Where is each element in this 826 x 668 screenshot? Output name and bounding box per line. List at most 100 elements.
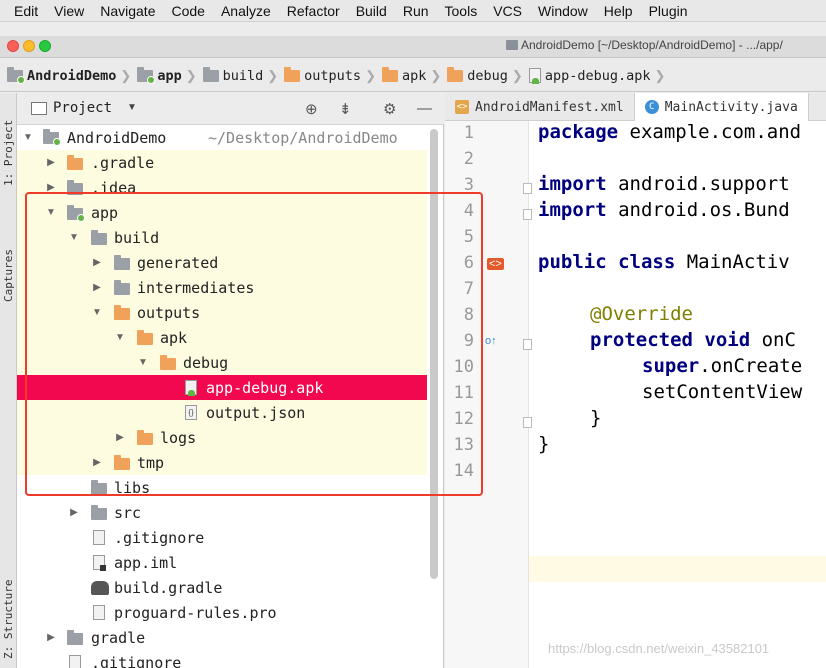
tree-label: app	[91, 203, 119, 222]
folder-icon	[202, 66, 219, 82]
tab-project[interactable]: 1: Project	[0, 105, 17, 201]
tab-mainactivity[interactable]: C MainActivity.java	[634, 93, 809, 121]
tree-label: src	[114, 503, 142, 522]
menu-view[interactable]: View	[46, 0, 92, 22]
menu-bar: Edit View Navigate Code Analyze Refactor…	[0, 0, 826, 22]
breadcrumb-item-debug[interactable]: debug	[444, 66, 511, 84]
breadcrumb-item-app[interactable]: app	[134, 66, 184, 84]
module-folder-icon	[137, 66, 156, 84]
tab-captures-label: Captures	[2, 249, 15, 303]
tab-label: MainActivity.java	[664, 99, 798, 115]
chevron-right-icon: ❯	[365, 67, 376, 83]
breadcrumb-item-app-debug-apk[interactable]: app-debug.apk	[526, 68, 654, 84]
menu-window[interactable]: Window	[530, 0, 596, 22]
project-panel: Project ▼ ⊕ ⇟ ⚙ — ▼ AndroidDemo ~/Deskto…	[17, 93, 444, 668]
text-file-icon	[93, 605, 105, 620]
expand-arrow-icon[interactable]: ▶	[115, 432, 125, 443]
menu-vcs[interactable]: VCS	[485, 0, 530, 22]
tab-androidmanifest[interactable]: <> AndroidManifest.xml	[445, 93, 635, 121]
code-token: android.support	[606, 173, 790, 195]
expand-arrow-icon[interactable]: ▶	[92, 282, 102, 293]
tree-row-androiddemo[interactable]: ▼ AndroidDemo ~/Desktop/AndroidDemo	[17, 125, 427, 150]
breadcrumb-item-apk[interactable]: apk	[379, 66, 429, 84]
menu-analyze[interactable]: Analyze	[213, 0, 279, 22]
override-method-icon[interactable]: o↑	[485, 335, 497, 347]
line-number: 11	[453, 383, 474, 403]
expand-arrow-icon[interactable]: ▶	[46, 157, 56, 168]
tree-row-gitignore[interactable]: .gitignore	[17, 525, 427, 550]
locate-target-icon[interactable]: ⊕	[305, 100, 318, 118]
expand-arrow-icon[interactable]: ▼	[92, 307, 102, 318]
tree-row-app-debug-apk[interactable]: app-debug.apk	[17, 375, 427, 400]
tree-row-generated[interactable]: ▶ generated	[17, 250, 427, 275]
code-line-13: }	[538, 433, 549, 455]
tree-row-proguard[interactable]: proguard-rules.pro	[17, 600, 427, 625]
tree-row-libs[interactable]: libs	[17, 475, 427, 500]
tree-label: tmp	[137, 453, 165, 472]
expand-arrow-icon[interactable]: ▶	[92, 457, 102, 468]
menu-help[interactable]: Help	[596, 0, 641, 22]
expand-arrow-icon[interactable]: ▶	[46, 632, 56, 643]
tree-row-idea[interactable]: ▶ .idea	[17, 175, 427, 200]
expand-arrow-icon[interactable]: ▼	[23, 132, 33, 143]
menu-refactor[interactable]: Refactor	[279, 0, 348, 22]
code-line-6: public class MainActiv	[538, 251, 790, 273]
collapse-all-icon[interactable]: ⇟	[339, 100, 352, 118]
tree-row-src[interactable]: ▶ src	[17, 500, 427, 525]
menu-navigate[interactable]: Navigate	[92, 0, 163, 22]
tab-captures[interactable]: Captures	[0, 231, 17, 321]
dropdown-caret-icon[interactable]: ▼	[127, 102, 137, 113]
code-text-area[interactable]: package example.com.and import android.s…	[530, 121, 826, 668]
window-title-text: AndroidDemo [~/Desktop/AndroidDemo] - ..…	[521, 38, 783, 52]
expand-arrow-icon[interactable]: ▶	[69, 507, 79, 518]
gear-icon[interactable]: ⚙	[383, 100, 396, 118]
tree-row-tmp[interactable]: ▶ tmp	[17, 450, 427, 475]
expand-arrow-icon[interactable]: ▼	[138, 357, 148, 368]
tree-row-app[interactable]: ▼ app	[17, 200, 427, 225]
keyword-token: package	[538, 121, 619, 143]
menu-edit[interactable]: Edit	[6, 0, 46, 22]
tree-row-output-json[interactable]: {} output.json	[17, 400, 427, 425]
tree-row-outputs[interactable]: ▼ outputs	[17, 300, 427, 325]
hide-panel-icon[interactable]: —	[417, 100, 432, 117]
menu-build[interactable]: Build	[348, 0, 395, 22]
minimize-window-button[interactable]	[23, 40, 35, 52]
tree-row-logs[interactable]: ▶ logs	[17, 425, 427, 450]
project-scrollbar[interactable]	[430, 129, 438, 579]
tree-row-gradle-dir[interactable]: ▶ .gradle	[17, 150, 427, 175]
tree-row-root-gitignore[interactable]: .gitignore	[17, 650, 427, 668]
breadcrumb-item-build[interactable]: build	[200, 66, 267, 84]
expand-arrow-icon[interactable]: ▶	[46, 182, 56, 193]
tree-label: intermediates	[137, 278, 255, 297]
xml-file-icon: <>	[455, 100, 469, 114]
tree-row-apk[interactable]: ▼ apk	[17, 325, 427, 350]
tree-row-build-gradle[interactable]: build.gradle	[17, 575, 427, 600]
tab-structure[interactable]: Z: Structure	[0, 571, 17, 668]
expand-arrow-icon[interactable]: ▼	[69, 232, 79, 243]
breadcrumb-label: app	[157, 67, 182, 84]
menu-plugin[interactable]: Plugin	[641, 0, 696, 22]
folder-icon	[447, 66, 464, 82]
close-window-button[interactable]	[7, 40, 19, 52]
menu-tools[interactable]: Tools	[437, 0, 486, 22]
breadcrumb-item-outputs[interactable]: outputs	[281, 66, 364, 84]
menu-code[interactable]: Code	[163, 0, 212, 22]
tree-row-debug[interactable]: ▼ debug	[17, 350, 427, 375]
tree-row-gradle[interactable]: ▶ gradle	[17, 625, 427, 650]
gradle-elephant-icon	[91, 581, 109, 595]
activity-layout-icon[interactable]: <>	[487, 258, 504, 270]
tree-row-build[interactable]: ▼ build	[17, 225, 427, 250]
breadcrumb-item-androiddemo[interactable]: AndroidDemo	[4, 66, 119, 84]
expand-arrow-icon[interactable]: ▼	[46, 207, 56, 218]
expand-arrow-icon[interactable]: ▼	[115, 332, 125, 343]
maximize-window-button[interactable]	[39, 40, 51, 52]
tree-row-intermediates[interactable]: ▶ intermediates	[17, 275, 427, 300]
project-panel-title[interactable]: Project	[53, 100, 112, 116]
project-panel-header: Project ▼ ⊕ ⇟ ⚙ —	[17, 93, 444, 125]
code-line-4: import android.os.Bund	[538, 199, 790, 221]
code-editor: <> AndroidManifest.xml C MainActivity.ja…	[445, 93, 826, 668]
menu-run[interactable]: Run	[395, 0, 437, 22]
tree-row-app-iml[interactable]: app.iml	[17, 550, 427, 575]
expand-arrow-icon[interactable]: ▶	[92, 257, 102, 268]
tree-label: debug	[183, 353, 229, 372]
